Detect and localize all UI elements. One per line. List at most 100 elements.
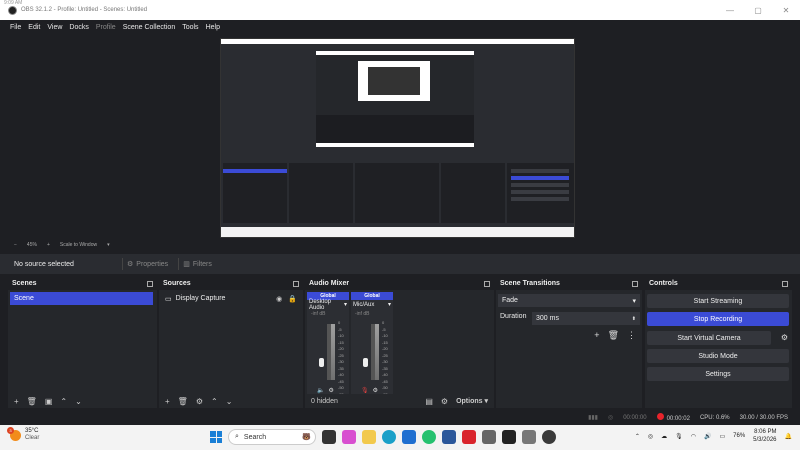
date: 5/3/2026 (753, 437, 777, 443)
mixer-body: Global Desktop Audio ▾ -inf dB 0 -5 -10 -15… (305, 290, 494, 403)
dock-float-icon[interactable] (782, 280, 788, 287)
preview-nested-main (221, 49, 574, 161)
channel-name-row[interactable]: Mic/Aux ▾ (351, 300, 393, 309)
dock-float-icon[interactable] (484, 280, 490, 287)
scale-mode[interactable]: Scale to Window (60, 242, 97, 248)
properties-button[interactable]: ⚙ Properties (122, 258, 172, 270)
duration-input[interactable]: 300 ms ⬍ (532, 312, 640, 325)
volume-icon[interactable]: 🔊 (704, 433, 711, 440)
zoom-out-icon[interactable]: − (14, 242, 17, 248)
preview-canvas[interactable] (220, 38, 575, 238)
preview-nested-mixer (355, 163, 439, 223)
channel-name-row[interactable]: Desktop Audio ▾ (307, 299, 349, 311)
task-view-icon[interactable] (322, 430, 336, 444)
filters-button[interactable]: ▥ Filters (178, 258, 216, 270)
word-icon[interactable] (442, 430, 456, 444)
move-down-icon[interactable]: ⌄ (75, 397, 82, 406)
lock-icon[interactable]: 🔒 (288, 295, 297, 303)
mic-icon[interactable]: 🎙 (675, 433, 683, 440)
file-explorer-icon[interactable] (362, 430, 376, 444)
trash-icon[interactable]: 🗑 (608, 330, 619, 341)
studio-mode-button[interactable]: Studio Mode (647, 349, 789, 363)
volume-fader[interactable] (363, 358, 368, 367)
wifi-icon[interactable]: ◠ (691, 433, 696, 440)
start-virtual-camera-button[interactable]: Start Virtual Camera (647, 331, 771, 345)
add-icon[interactable]: + (14, 397, 19, 406)
app-icon[interactable] (522, 430, 536, 444)
source-item[interactable]: ▭ Display Capture ◉ 🔒 (161, 292, 301, 305)
menu-view[interactable]: View (47, 24, 62, 31)
mute-icon[interactable]: 🎙 (361, 387, 369, 394)
obs-icon[interactable] (542, 430, 556, 444)
dock-float-icon[interactable] (293, 280, 299, 287)
move-up-icon[interactable]: ⌃ (60, 397, 67, 406)
start-streaming-button[interactable]: Start Streaming (647, 294, 789, 308)
scene-item[interactable]: Scene (10, 292, 153, 305)
move-down-icon[interactable]: ⌄ (226, 397, 233, 406)
chevron-down-icon[interactable]: ▾ (107, 242, 110, 248)
menu-file[interactable]: File (10, 24, 21, 31)
fps: 30.00 / 30.00 FPS (739, 414, 788, 421)
scenes-list: Scene (8, 290, 157, 394)
scenes-toolbar: + 🗑 ▣ ⌃ ⌄ (8, 394, 157, 408)
app-robot-icon[interactable] (482, 430, 496, 444)
minimize-button[interactable]: — (716, 0, 744, 20)
status-bar: ▮▮▮ ◎ 00:00:00 00:00:02 CPU: 0.6% 30.00 … (0, 410, 800, 425)
battery-icon[interactable]: ▭ (719, 433, 725, 440)
gear-icon[interactable]: ⚙ (196, 397, 203, 406)
notification-icon[interactable]: 🔔 (785, 433, 792, 440)
zoom-level[interactable]: 45% (27, 242, 37, 248)
gear-icon[interactable]: ⚙ (781, 333, 788, 342)
trash-icon[interactable]: 🗑 (178, 397, 188, 406)
tray-app-icon[interactable]: ◎ (648, 433, 653, 440)
gear-icon[interactable]: ⚙ (328, 387, 333, 394)
advanced-audio-icon[interactable]: ⚙ (441, 397, 448, 406)
menu-scene-collection[interactable]: Scene Collection (123, 24, 176, 31)
preview-area[interactable] (0, 34, 800, 240)
menu-edit[interactable]: Edit (28, 24, 40, 31)
settings-button[interactable]: Settings (647, 367, 789, 381)
volume-fader[interactable] (319, 358, 324, 367)
edge-icon[interactable] (382, 430, 396, 444)
chevron-up-icon[interactable]: ⌃ (635, 433, 640, 440)
mute-icon[interactable]: 🔈 (317, 387, 324, 394)
filter-icon[interactable]: ▣ (45, 397, 53, 406)
zoom-in-icon[interactable]: + (47, 242, 50, 248)
copilot-icon[interactable] (342, 430, 356, 444)
eye-icon[interactable]: ◉ (276, 295, 282, 303)
options-button[interactable]: Options ▾ (456, 397, 488, 405)
windows-start-icon[interactable] (210, 431, 222, 443)
dock-float-icon[interactable] (147, 280, 153, 287)
whatsapp-icon[interactable] (422, 430, 436, 444)
gear-icon[interactable]: ⚙ (373, 387, 378, 394)
chevron-down-icon: ▾ (387, 302, 391, 308)
terminal-icon[interactable] (502, 430, 516, 444)
taskbar-search[interactable]: ⌕ Search 🐻 (228, 429, 316, 445)
menu-bar: File Edit View Docks Profile Scene Colle… (0, 20, 800, 34)
layout-icon[interactable]: ▤ (425, 397, 433, 406)
menu-profile[interactable]: Profile (96, 24, 116, 31)
menu-tools[interactable]: Tools (182, 24, 198, 31)
options-label: Options (456, 398, 483, 405)
close-button[interactable]: ✕ (772, 0, 800, 20)
cloud-icon[interactable]: ☁ (661, 433, 667, 440)
store-icon[interactable] (402, 430, 416, 444)
trash-icon[interactable]: 🗑 (27, 397, 37, 406)
dock-float-icon[interactable] (632, 280, 638, 287)
add-icon[interactable]: + (594, 330, 599, 341)
more-icon[interactable]: ⋮ (627, 330, 636, 341)
stop-recording-button[interactable]: Stop Recording (647, 312, 789, 326)
mixer-channel-mic: Global Mic/Aux ▾ -inf dB 0 -5 -10 -15 -20 -25… (351, 292, 393, 403)
weather-widget[interactable]: 3 35°C Clear (7, 426, 39, 442)
maximize-button[interactable]: ▢ (744, 0, 772, 20)
app-l-icon[interactable] (462, 430, 476, 444)
menu-help[interactable]: Help (206, 24, 220, 31)
spinner-icon: ⬍ (631, 315, 636, 322)
menu-docks[interactable]: Docks (69, 24, 88, 31)
clock[interactable]: 8:06 PM 5/3/2026 (753, 428, 776, 444)
add-icon[interactable]: + (165, 397, 170, 406)
move-up-icon[interactable]: ⌃ (211, 397, 218, 406)
meter-scale: 0-5-10-15-20-25-30-35-40-45-50-55-60 (338, 320, 344, 403)
transition-select[interactable]: Fade ▾ (498, 294, 640, 307)
no-source-label: No source selected (14, 260, 74, 268)
